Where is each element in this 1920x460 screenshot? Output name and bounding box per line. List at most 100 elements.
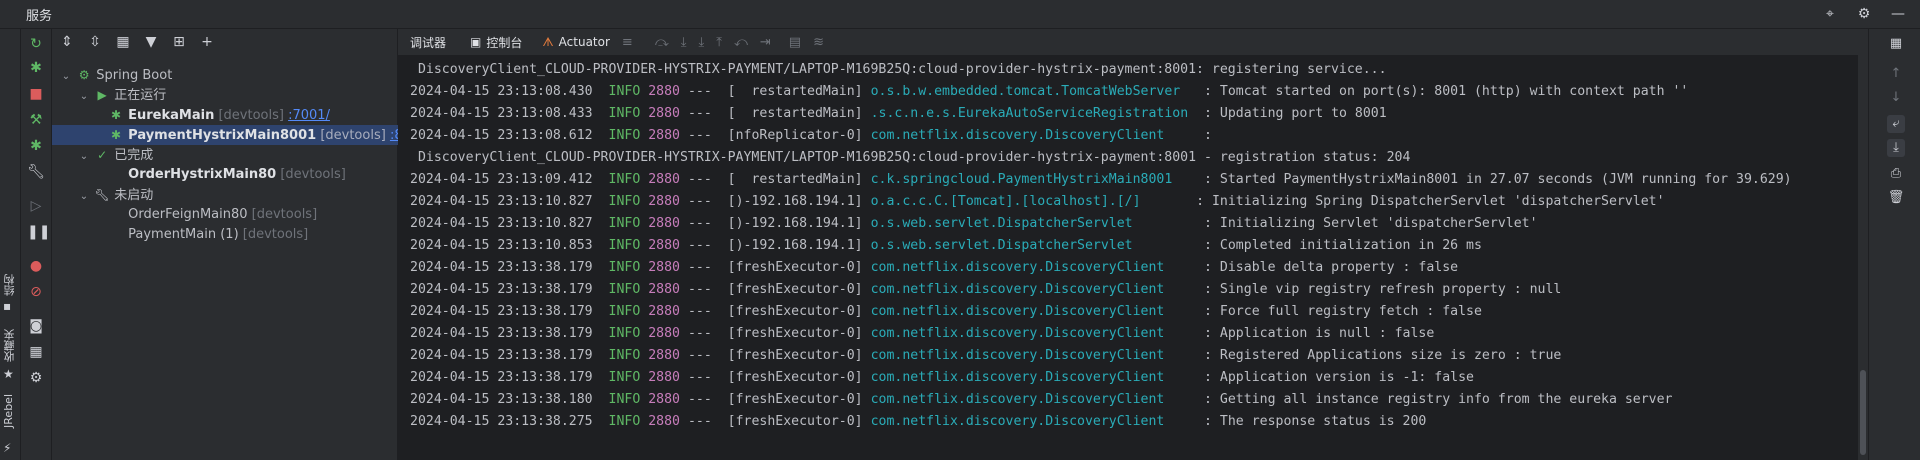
debug-bug-icon: ✱: [110, 128, 122, 142]
jrebel-label[interactable]: JRebel: [2, 394, 15, 428]
console-line: 2024-04-15 23:13:38.275 INFO 2880 --- [f…: [410, 411, 1426, 433]
console-scrollbar[interactable]: [1860, 370, 1866, 455]
trash-icon[interactable]: 🗑︎: [1887, 189, 1905, 207]
scroll-down-icon[interactable]: ↓: [1887, 89, 1905, 107]
log-level: INFO: [608, 326, 641, 341]
spring-boot-icon: ⚙: [78, 68, 90, 82]
log-thread: --- [freshExecutor-0]: [687, 282, 863, 297]
crosshair-icon[interactable]: ⌖: [1822, 6, 1838, 22]
tree-item-payment-hystrix-main[interactable]: ✱ PaymentHystrixMain8001 [devtools] :800…: [52, 125, 453, 145]
collapse-all-icon[interactable]: ⇳: [86, 34, 104, 50]
tree-item-payment-main[interactable]: PaymentMain (1) [devtools]: [52, 225, 453, 245]
step-over-icon[interactable]: ⤼: [655, 35, 669, 50]
log-pid: 2880: [648, 260, 680, 275]
tree-item-order-hystrix-main[interactable]: OrderHystrixMain80 [devtools]: [52, 165, 453, 185]
service-name: OrderHystrixMain80: [128, 167, 277, 182]
tree-item-eureka-main[interactable]: ✱ EurekaMain [devtools] :7001/: [52, 105, 453, 125]
log-logger: o.s.web.servlet.DispatcherServlet: [870, 216, 1189, 231]
log-pid: 2880: [648, 84, 680, 99]
log-message: : Completed initialization in 26 ms: [1188, 238, 1482, 253]
chevron-down-icon[interactable]: ⌄: [78, 147, 90, 167]
console-line: 2024-04-15 23:13:10.827 INFO 2880 --- [)…: [410, 191, 1665, 213]
run-to-cursor-icon[interactable]: ⇥: [760, 35, 771, 50]
tree-group-not-started[interactable]: ⌄ 🔧︎ 未启动: [52, 185, 423, 205]
service-tag: [devtools]: [251, 207, 318, 222]
filter-icon[interactable]: ▼: [142, 34, 160, 50]
log-text: DiscoveryClient_CLOUD-PROVIDER-HYSTRIX-P…: [410, 62, 1387, 77]
wrench-icon[interactable]: 🔧︎: [27, 163, 45, 181]
gear-icon[interactable]: ⚙: [1856, 6, 1872, 22]
camera-icon[interactable]: ◙: [27, 317, 45, 335]
soft-wrap-icon[interactable]: ⤶: [1887, 115, 1905, 133]
pause-icon[interactable]: ❚❚: [27, 223, 50, 241]
structure-label[interactable]: 结构: [2, 274, 18, 296]
new-tab-icon[interactable]: ⊞: [170, 34, 188, 50]
menu-icon[interactable]: ≡: [622, 35, 633, 50]
tab-actuator[interactable]: ᗑ Actuator: [542, 35, 610, 50]
group-by-icon[interactable]: ▦: [114, 34, 132, 50]
settings-icon[interactable]: ⚙: [27, 369, 45, 387]
evaluate-icon[interactable]: ▤: [789, 35, 801, 50]
log-thread: --- [freshExecutor-0]: [687, 370, 863, 385]
structure-icon[interactable]: ▪: [3, 299, 11, 313]
log-logger: com.netflix.discovery.DiscoveryClient: [870, 304, 1189, 319]
debug-restart-icon[interactable]: ✱: [27, 137, 45, 155]
tree-group-running[interactable]: ⌄ ▶ 正在运行: [52, 85, 423, 105]
log-level: INFO: [608, 238, 641, 253]
step-into-icon[interactable]: ⤓: [681, 35, 687, 50]
tab-debugger[interactable]: 调试器: [410, 34, 446, 51]
resume-icon[interactable]: ▷: [27, 197, 45, 215]
log-logger: o.a.c.c.C.[Tomcat].[localhost].[/]: [870, 194, 1181, 209]
chevron-down-icon[interactable]: ⌄: [60, 67, 72, 87]
log-logger: com.netflix.discovery.DiscoveryClient: [870, 128, 1189, 143]
minimize-icon[interactable]: —: [1890, 6, 1906, 22]
log-thread: --- [freshExecutor-0]: [687, 414, 863, 429]
tree-group-finished[interactable]: ⌄ ✓ 已完成: [52, 145, 423, 165]
chevron-down-icon[interactable]: ⌄: [78, 187, 90, 207]
log-pid: 2880: [648, 128, 680, 143]
log-timestamp: 2024-04-15 23:13:10.853: [410, 238, 593, 253]
log-pid: 2880: [648, 326, 680, 341]
drop-frame-icon[interactable]: ⤺: [734, 35, 748, 50]
rerun-icon[interactable]: ↻: [27, 35, 45, 53]
layout-icon[interactable]: ▦: [1887, 35, 1905, 53]
print-icon[interactable]: ⎙: [1887, 165, 1905, 183]
log-thread: --- [freshExecutor-0]: [687, 392, 863, 407]
expand-all-icon[interactable]: ⇕: [58, 34, 76, 50]
star-icon[interactable]: ★: [3, 367, 14, 381]
stop-icon[interactable]: ■: [27, 85, 45, 103]
log-message: :: [1188, 128, 1212, 143]
log-message: : Tomcat started on port(s): 8001 (http)…: [1188, 84, 1689, 99]
service-tag: [devtools]: [218, 108, 284, 123]
service-tag: [devtools]: [280, 167, 346, 182]
log-message: : Started PaymentHystrixMain8001 in 27.0…: [1188, 172, 1792, 187]
jrebel-icon[interactable]: ⚡: [3, 441, 11, 455]
layout-icon[interactable]: ▦: [27, 343, 45, 361]
trace-icon[interactable]: ≋: [813, 35, 824, 50]
log-thread: --- [freshExecutor-0]: [687, 304, 863, 319]
console-line: 2024-04-15 23:13:38.179 INFO 2880 --- [f…: [410, 345, 1561, 367]
log-thread: --- [ restartedMain]: [687, 106, 863, 121]
tree-item-order-feign-main[interactable]: OrderFeignMain80 [devtools]: [52, 205, 453, 225]
scroll-to-end-icon[interactable]: ⤓: [1887, 139, 1905, 157]
service-name: OrderFeignMain80: [128, 207, 248, 222]
log-timestamp: 2024-04-15 23:13:38.179: [410, 260, 593, 275]
chevron-down-icon[interactable]: ⌄: [78, 87, 90, 107]
hammer-icon[interactable]: ⚒: [27, 111, 45, 129]
add-icon[interactable]: +: [198, 34, 216, 50]
debug-icon[interactable]: ✱: [27, 59, 45, 77]
service-port-link[interactable]: :7001/: [288, 108, 330, 123]
step-out-icon[interactable]: ⤒: [716, 35, 722, 50]
console-line: 2024-04-15 23:13:38.179 INFO 2880 --- [f…: [410, 323, 1434, 345]
breakpoint-icon[interactable]: ●: [27, 257, 45, 275]
bookmarks-label[interactable]: 收藏夹: [2, 329, 18, 362]
tree-root-spring-boot[interactable]: ⌄ ⚙ Spring Boot: [52, 65, 405, 85]
log-pid: 2880: [648, 194, 680, 209]
mute-breakpoints-icon[interactable]: ⊘: [27, 283, 45, 301]
force-step-into-icon[interactable]: ⤓: [698, 35, 704, 50]
log-level: INFO: [608, 370, 641, 385]
log-thread: --- [)-192.168.194.1]: [687, 238, 863, 253]
tab-console[interactable]: ▣ 控制台: [470, 34, 522, 51]
scroll-up-icon[interactable]: ↑: [1887, 65, 1905, 83]
console-output[interactable]: DiscoveryClient_CLOUD-PROVIDER-HYSTRIX-P…: [398, 55, 1858, 460]
